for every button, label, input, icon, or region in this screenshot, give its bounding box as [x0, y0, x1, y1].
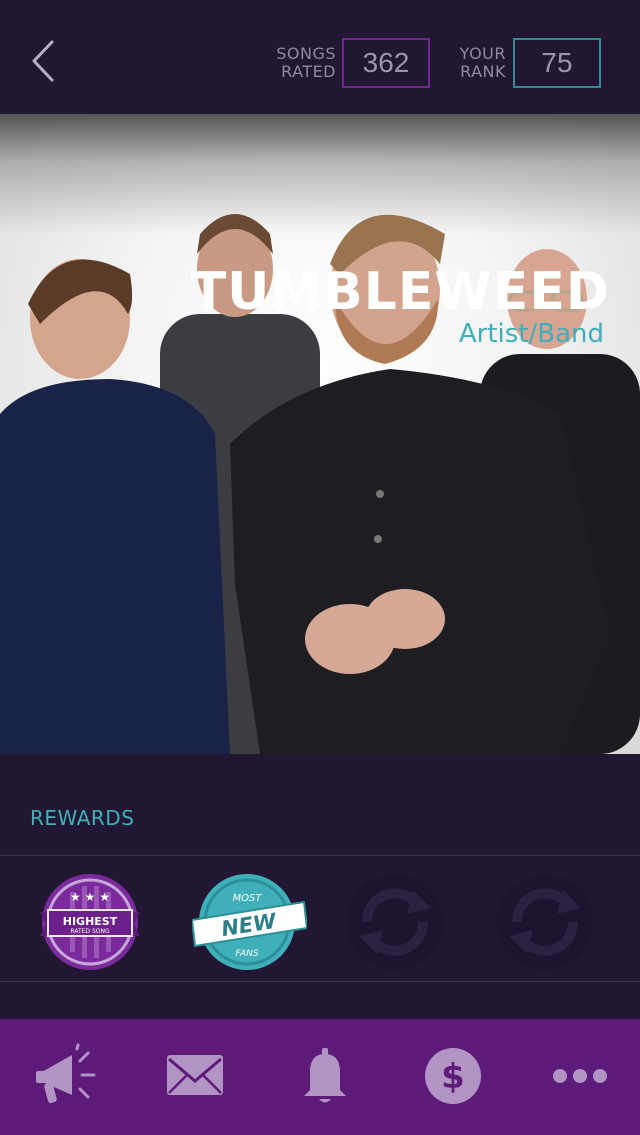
- refresh-icon: [347, 874, 443, 970]
- badge-locked[interactable]: [345, 872, 445, 972]
- tab-promote[interactable]: [32, 1040, 102, 1112]
- highest-rated-badge-icon: ★ ★ ★ HIGHEST RATED SONG: [40, 874, 140, 970]
- rewards-title: REWARDS: [30, 806, 135, 830]
- badge-most-new-fans[interactable]: MOST NEW FANS: [190, 872, 309, 972]
- refresh-icon: [497, 874, 593, 970]
- your-rank-label: YOUR RANK: [459, 44, 506, 81]
- band-photo-illustration: [0, 214, 640, 754]
- artist-type: Artist/Band: [458, 319, 604, 349]
- svg-text:RATED SONG: RATED SONG: [70, 928, 110, 935]
- divider: [0, 855, 640, 856]
- megaphone-icon: [36, 1043, 96, 1104]
- more-icon: [553, 1069, 607, 1083]
- back-button[interactable]: [26, 36, 66, 86]
- songs-rated-value: 362: [342, 38, 430, 88]
- tab-more[interactable]: [545, 1040, 615, 1112]
- your-rank-value: 75: [513, 38, 601, 88]
- svg-text:$: $: [441, 1057, 465, 1097]
- dollar-icon: $: [425, 1048, 481, 1104]
- most-new-fans-badge-icon: MOST NEW FANS: [190, 874, 309, 970]
- svg-text:★ ★ ★: ★ ★ ★: [70, 890, 110, 904]
- badge-locked[interactable]: [495, 872, 595, 972]
- svg-text:MOST: MOST: [233, 893, 263, 904]
- artist-photo: TUMBLEWEED Artist/Band: [0, 114, 640, 754]
- songs-rated-label: SONGS RATED: [276, 44, 336, 81]
- tab-notifications[interactable]: [290, 1040, 360, 1112]
- svg-text:HIGHEST: HIGHEST: [63, 915, 118, 928]
- divider: [0, 981, 640, 982]
- bell-icon: [304, 1048, 346, 1103]
- svg-text:FANS: FANS: [235, 949, 259, 959]
- badge-highest-rated-song[interactable]: ★ ★ ★ HIGHEST RATED SONG: [40, 872, 140, 972]
- tab-earnings[interactable]: $: [418, 1040, 488, 1112]
- artist-name: TUMBLEWEED: [190, 262, 610, 322]
- chevron-left-icon: [32, 40, 54, 82]
- mail-icon: [167, 1055, 223, 1095]
- tab-messages[interactable]: [160, 1040, 230, 1112]
